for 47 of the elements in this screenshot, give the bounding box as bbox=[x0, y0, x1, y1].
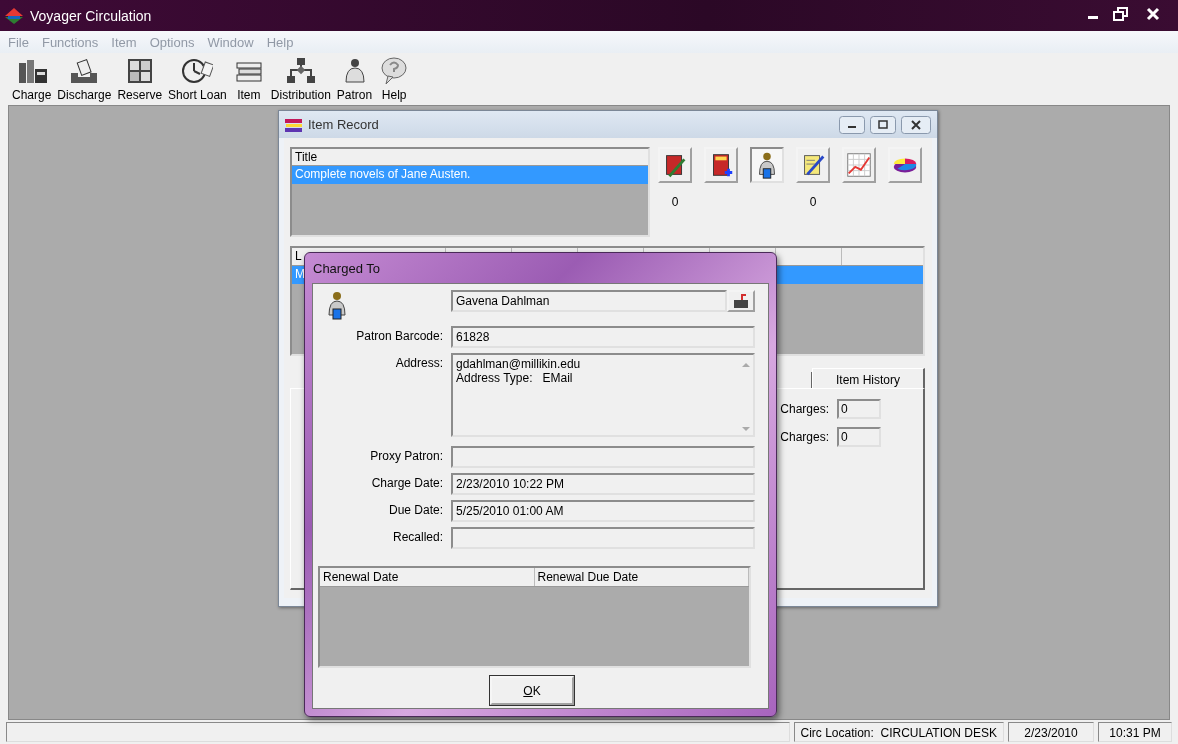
toolbar-button[interactable]: Help bbox=[377, 55, 412, 102]
toolbar-button[interactable] bbox=[750, 147, 784, 183]
input-field[interactable]: 2/23/2010 10:22 PM bbox=[451, 473, 755, 495]
maximize-icon[interactable] bbox=[870, 115, 896, 134]
toolbar-button[interactable]: Reserve bbox=[116, 55, 164, 102]
count-label: 0 bbox=[671, 195, 679, 209]
address-line: Address Type: EMail bbox=[456, 371, 574, 385]
column-header: Renewal Date bbox=[320, 568, 535, 586]
book-stack-icon bbox=[284, 116, 304, 133]
status-text: 2/23/2010 bbox=[1008, 722, 1094, 742]
field-label: Due Date: bbox=[387, 502, 443, 519]
toolbar-button[interactable]: Patron bbox=[335, 55, 374, 102]
field-label: Charges: bbox=[779, 402, 829, 416]
input-field[interactable]: 61828 bbox=[451, 326, 755, 348]
count-label: 0 bbox=[809, 195, 817, 209]
field-label: Recalled: bbox=[391, 529, 443, 546]
toolbar-button[interactable]: Discharge bbox=[56, 55, 113, 102]
address-field[interactable]: gdahlman@millikin.edu Address Type: EMail bbox=[451, 353, 755, 437]
input-field[interactable]: 0 bbox=[837, 399, 881, 419]
minimize-icon[interactable] bbox=[839, 115, 865, 134]
app-logo-icon bbox=[4, 6, 24, 25]
close-icon[interactable] bbox=[901, 115, 931, 134]
toolbar-button[interactable]: Charge bbox=[11, 55, 53, 102]
input-field[interactable] bbox=[451, 527, 755, 549]
tab[interactable]: Item History bbox=[812, 368, 925, 388]
input-field[interactable] bbox=[451, 446, 755, 468]
window-title: Voyager Circulation bbox=[30, 7, 153, 24]
toolbar-button[interactable]: Item bbox=[231, 55, 266, 102]
field-label: Charge Date: bbox=[370, 475, 443, 492]
column-header: Title bbox=[292, 149, 648, 166]
toolbar-button[interactable]: Short Loan bbox=[167, 55, 228, 102]
input-field[interactable]: 0 bbox=[837, 427, 881, 447]
field-label: Proxy Patron: bbox=[369, 448, 443, 465]
window-title: Item Record bbox=[308, 117, 380, 132]
ok-button[interactable]: OK bbox=[490, 676, 574, 705]
input-field[interactable]: Gavena Dahlman bbox=[451, 290, 727, 312]
address-line: gdahlman@millikin.edu bbox=[456, 357, 582, 371]
field-label: Patron Barcode: bbox=[355, 328, 443, 345]
mailbox-button[interactable] bbox=[727, 290, 755, 312]
field-label: Address: bbox=[394, 355, 443, 372]
toolbar-button[interactable]: Distribution bbox=[269, 55, 332, 102]
mailbox-icon bbox=[732, 293, 750, 309]
column-header: Renewal Due Date bbox=[534, 568, 749, 586]
input-field[interactable]: 5/25/2010 01:00 AM bbox=[451, 500, 755, 522]
field-label: Charges: bbox=[779, 430, 829, 444]
status-text: Circ Location: CIRCULATION DESK bbox=[793, 722, 1004, 742]
status-text: 10:31 PM bbox=[1098, 722, 1172, 742]
